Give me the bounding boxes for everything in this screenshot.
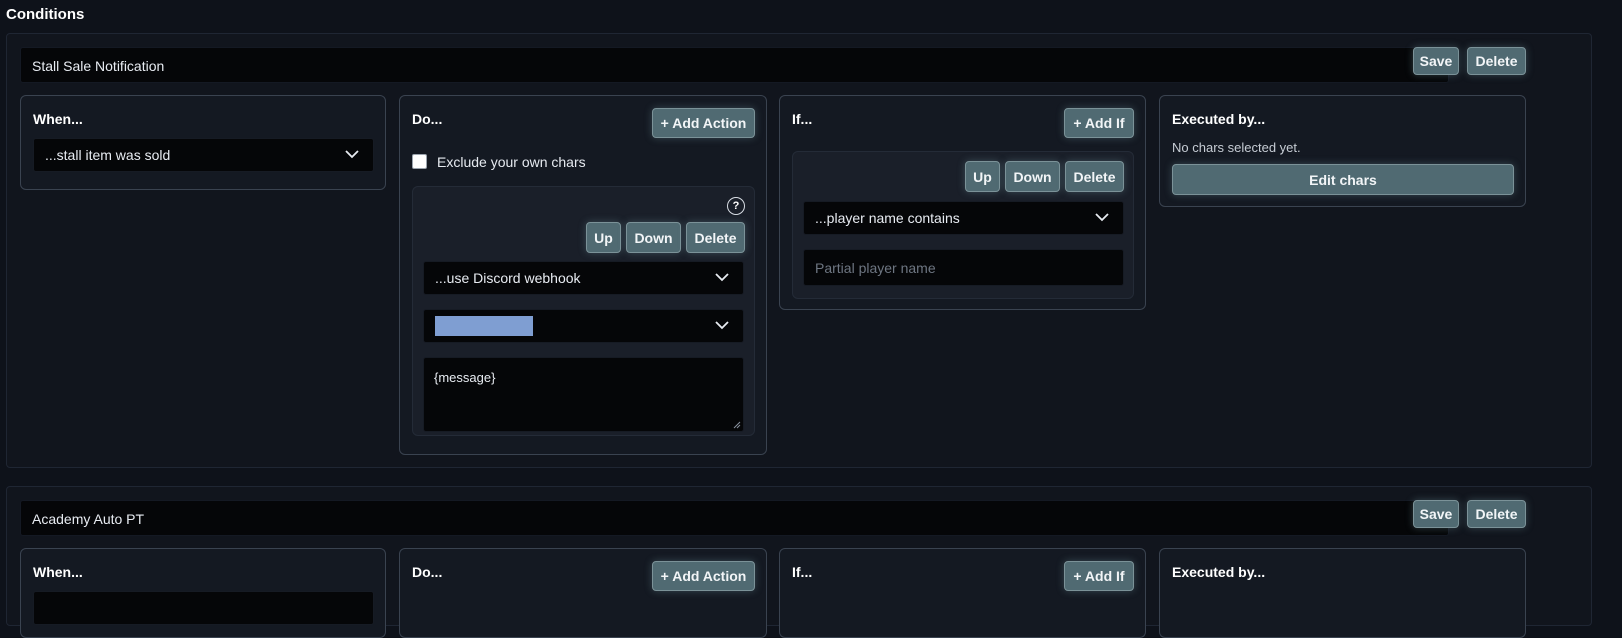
add-if-button[interactable]: + Add If xyxy=(1064,108,1134,138)
if-panel: If... + Add If xyxy=(779,548,1146,638)
delete-button[interactable]: Delete xyxy=(1467,47,1526,75)
when-title: When... xyxy=(33,111,83,127)
action-type-select[interactable]: ...use Discord webhook xyxy=(423,261,744,295)
if-title: If... xyxy=(792,111,813,127)
webhook-redacted-value xyxy=(435,316,533,336)
chevron-down-icon xyxy=(715,321,729,330)
player-name-input[interactable]: Partial player name xyxy=(803,249,1124,286)
add-action-button[interactable]: + Add Action xyxy=(652,561,755,591)
add-action-button[interactable]: + Add Action xyxy=(652,108,755,138)
trigger-select[interactable] xyxy=(33,591,374,625)
if-type-value: ...player name contains xyxy=(815,210,960,226)
add-if-button[interactable]: + Add If xyxy=(1064,561,1134,591)
do-panel: Do... + Add Action Exclude your own char… xyxy=(399,95,767,455)
help-icon[interactable]: ? xyxy=(727,197,745,215)
resize-grip-icon[interactable] xyxy=(733,421,741,429)
if-delete-button[interactable]: Delete xyxy=(1065,161,1124,192)
executed-by-panel: Executed by... No chars selected yet. Ed… xyxy=(1159,95,1526,207)
action-type-value: ...use Discord webhook xyxy=(435,270,581,286)
when-panel: When... xyxy=(20,548,386,638)
executed-by-status: No chars selected yet. xyxy=(1172,140,1301,155)
chevron-down-icon xyxy=(715,273,729,282)
when-panel: When... ...stall item was sold xyxy=(20,95,386,190)
trigger-select[interactable]: ...stall item was sold xyxy=(33,138,374,172)
do-title: Do... xyxy=(412,111,443,127)
action-delete-button[interactable]: Delete xyxy=(686,222,745,253)
executed-by-title: Executed by... xyxy=(1172,564,1266,580)
executed-by-panel: Executed by... xyxy=(1159,548,1526,638)
executed-by-title: Executed by... xyxy=(1172,111,1266,127)
if-type-select[interactable]: ...player name contains xyxy=(803,201,1124,235)
if-title: If... xyxy=(792,564,813,580)
delete-button[interactable]: Delete xyxy=(1467,500,1526,528)
action-up-button[interactable]: Up xyxy=(586,222,621,253)
webhook-select[interactable] xyxy=(423,309,744,343)
chevron-down-icon xyxy=(345,150,359,159)
condition-name-input[interactable]: Stall Sale Notification xyxy=(20,47,1449,83)
if-up-button[interactable]: Up xyxy=(965,161,1000,192)
edit-chars-button[interactable]: Edit chars xyxy=(1172,164,1514,195)
if-condition-card: Up Down Delete ...player name contains P… xyxy=(792,151,1134,299)
message-text: {message} xyxy=(434,370,496,385)
action-card: ? Up Down Delete ...use Discord webhook … xyxy=(412,186,755,436)
condition-name-input[interactable]: Academy Auto PT xyxy=(20,500,1449,536)
do-panel: Do... + Add Action xyxy=(399,548,767,638)
exclude-own-label: Exclude your own chars xyxy=(437,154,586,170)
section-title: Conditions xyxy=(6,6,85,23)
trigger-select-value: ...stall item was sold xyxy=(45,147,171,163)
if-down-button[interactable]: Down xyxy=(1005,161,1060,192)
when-title: When... xyxy=(33,564,83,580)
save-button[interactable]: Save xyxy=(1413,47,1459,75)
chevron-down-icon xyxy=(1095,213,1109,222)
message-textarea[interactable]: {message} xyxy=(423,357,744,432)
save-button[interactable]: Save xyxy=(1413,500,1459,528)
exclude-own-checkbox[interactable] xyxy=(412,154,427,169)
do-title: Do... xyxy=(412,564,443,580)
if-panel: If... + Add If Up Down Delete ...player … xyxy=(779,95,1146,310)
action-down-button[interactable]: Down xyxy=(626,222,681,253)
